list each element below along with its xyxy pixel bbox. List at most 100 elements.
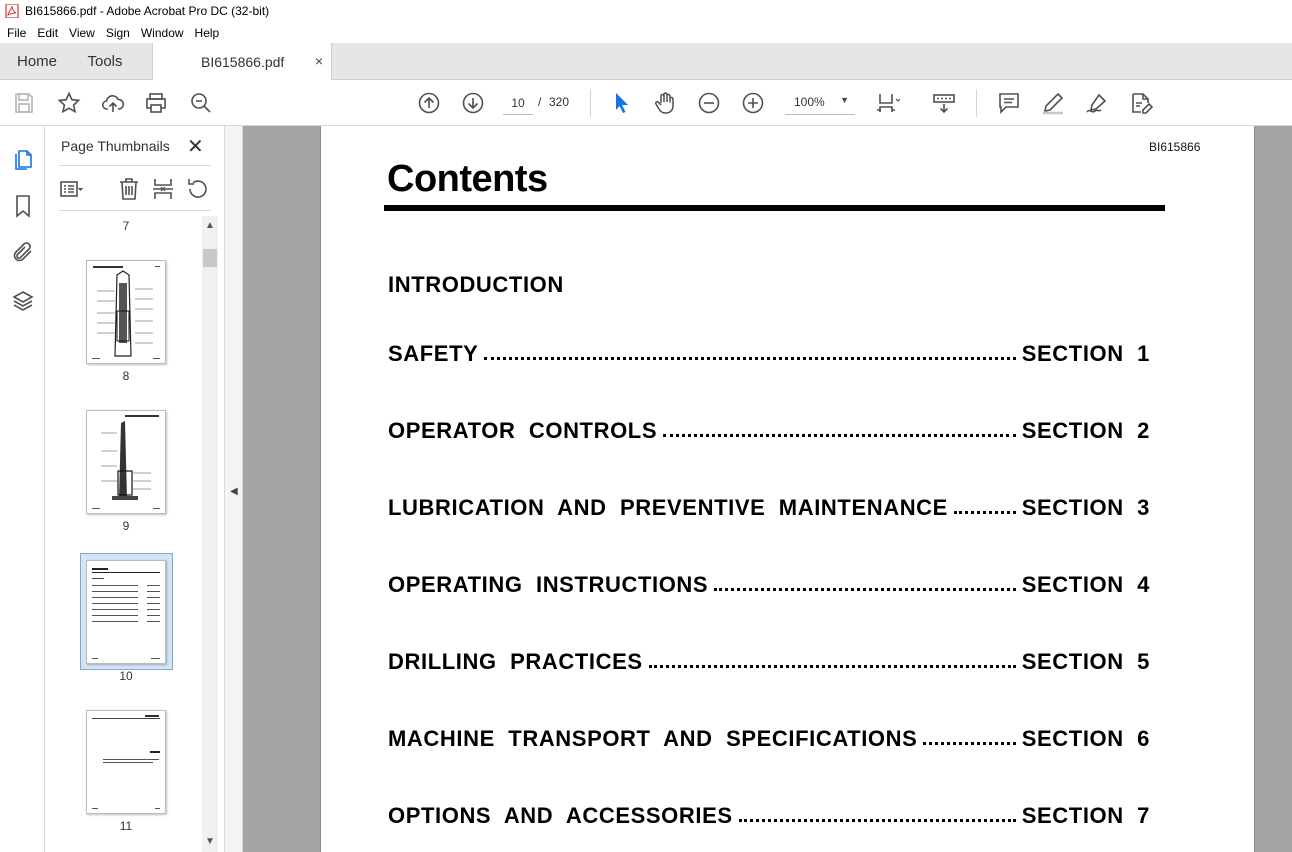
toc-entry: OPERATING INSTRUCTIONS SECTION 4 — [388, 568, 1150, 598]
comment-icon[interactable] — [997, 91, 1021, 115]
toc-entry: MACHINE TRANSPORT AND SPECIFICATIONS SEC… — [388, 722, 1150, 752]
page-fit-icon[interactable] — [876, 91, 901, 115]
print-icon[interactable] — [144, 91, 168, 115]
title-bar: BI615866.pdf - Adobe Acrobat Pro DC (32-… — [0, 0, 1292, 22]
tab-bar: Home Tools BI615866.pdf × — [0, 43, 1292, 81]
tab-close-icon[interactable]: × — [315, 53, 323, 69]
panel-divider — [59, 165, 211, 166]
toc-title: LUBRICATION AND PREVENTIVE MAINTENANCE — [388, 495, 948, 520]
menu-bar: File Edit View Sign Window Help — [0, 22, 1292, 43]
menu-window[interactable]: Window — [137, 26, 188, 40]
toc-entry: OPERATOR CONTROLS SECTION 2 — [388, 414, 1150, 444]
page-down-icon[interactable] — [461, 91, 485, 115]
toc-section: SECTION 7 — [1021, 803, 1150, 828]
thumbnail-options-icon[interactable] — [59, 177, 83, 201]
menu-sign[interactable]: Sign — [102, 26, 134, 40]
page-thumbnails-icon[interactable] — [11, 148, 35, 172]
thumbnail-list: 7 8 9 10 11 — [59, 216, 217, 852]
toc-section: SECTION 1 — [1021, 341, 1150, 366]
star-icon[interactable] — [57, 91, 81, 115]
thumbnail-page-9[interactable] — [86, 410, 166, 514]
menu-file[interactable]: File — [3, 26, 30, 40]
toc-entry: SAFETY SECTION 1 — [388, 337, 1150, 367]
delete-page-icon[interactable] — [117, 177, 141, 201]
thumbnail-page-number: 11 — [119, 819, 133, 833]
left-navigation-rail — [0, 126, 45, 852]
toc-title: DRILLING PRACTICES — [388, 649, 643, 674]
toc-leader-dots — [953, 510, 1016, 514]
toc-title: OPTIONS AND ACCESSORIES — [388, 803, 733, 828]
scroll-down-icon[interactable]: ▼ — [202, 836, 218, 850]
toc-section: SECTION 6 — [1021, 726, 1150, 751]
chevron-down-icon: ▼ — [840, 95, 849, 105]
toc-entry: INTRODUCTION — [388, 268, 1150, 298]
hand-icon[interactable] — [653, 91, 677, 115]
save-icon[interactable] — [12, 91, 36, 115]
upload-icon[interactable] — [101, 91, 125, 115]
scroll-thumb[interactable] — [203, 249, 217, 267]
highlight-icon[interactable] — [1041, 91, 1065, 115]
tab-home[interactable]: Home — [6, 43, 68, 80]
page-separator: / — [538, 95, 542, 109]
pdf-page: BI615866 Contents INTRODUCTION SAFETY SE… — [320, 126, 1255, 852]
page-heading: Contents — [387, 158, 548, 200]
toc-leader-dots — [648, 664, 1016, 668]
thumbnail-scrollbar[interactable]: ▲ ▼ — [202, 216, 218, 852]
menu-view[interactable]: View — [65, 26, 99, 40]
thumbnail-page-number: 9 — [122, 519, 130, 533]
total-pages: 320 — [549, 95, 570, 109]
attachment-icon[interactable] — [11, 240, 35, 264]
tab-document-label: BI615866.pdf — [201, 54, 285, 70]
rotate-icon[interactable] — [185, 177, 209, 201]
toc-entry: DRILLING PRACTICES SECTION 5 — [388, 645, 1150, 675]
scroll-mode-icon[interactable] — [932, 91, 956, 115]
thumbnail-page-11[interactable] — [86, 710, 166, 814]
panel-divider — [59, 210, 211, 211]
thumbnail-page-number: 10 — [119, 669, 133, 683]
toc-section: SECTION 2 — [1021, 418, 1150, 443]
thumbnail-tools — [59, 175, 211, 203]
thumbnail-page-10[interactable] — [86, 560, 166, 664]
chevron-left-icon[interactable]: ◀ — [230, 486, 238, 497]
toc-title: OPERATOR CONTROLS — [388, 418, 658, 443]
toc-leader-dots — [738, 818, 1016, 822]
select-arrow-icon[interactable] — [610, 91, 634, 115]
toc-leader-dots — [663, 433, 1016, 437]
tab-document[interactable]: BI615866.pdf × — [152, 43, 332, 81]
main-toolbar: / 320 100% ▼ — [0, 80, 1292, 126]
zoom-dropdown[interactable]: 100% ▼ — [785, 91, 855, 115]
insert-page-icon[interactable] — [151, 177, 175, 201]
current-page-input[interactable] — [503, 91, 533, 115]
menu-help[interactable]: Help — [191, 26, 224, 40]
toc-entry: LUBRICATION AND PREVENTIVE MAINTENANCE S… — [388, 491, 1150, 521]
tab-tools[interactable]: Tools — [74, 43, 136, 80]
toolbar-divider — [976, 89, 977, 117]
search-zoom-icon[interactable] — [189, 91, 213, 115]
document-viewport[interactable]: BI615866 Contents INTRODUCTION SAFETY SE… — [243, 126, 1292, 852]
toolbar-divider — [590, 89, 591, 117]
zoom-out-icon[interactable] — [697, 91, 721, 115]
close-icon[interactable]: ✕ — [187, 134, 204, 159]
toc-title: SAFETY — [388, 341, 479, 366]
sign-icon[interactable] — [1085, 91, 1109, 115]
edit-pdf-icon[interactable] — [1129, 91, 1154, 115]
toc-title: MACHINE TRANSPORT AND SPECIFICATIONS — [388, 726, 918, 751]
thumbnail-page-number: 7 — [122, 219, 130, 233]
bookmark-icon[interactable] — [11, 194, 35, 218]
toc-leader-dots — [484, 356, 1016, 360]
document-id: BI615866 — [1149, 140, 1201, 154]
panel-title: Page Thumbnails — [61, 138, 170, 154]
window-title: BI615866.pdf - Adobe Acrobat Pro DC (32-… — [25, 4, 270, 18]
toc-leader-dots — [714, 587, 1016, 591]
page-thumbnails-panel: Page Thumbnails ✕ 7 8 9 10 11 ▲ ▼ — [45, 126, 225, 852]
zoom-in-icon[interactable] — [741, 91, 765, 115]
thumbnail-page-8[interactable] — [86, 260, 166, 364]
menu-edit[interactable]: Edit — [33, 26, 62, 40]
acrobat-logo-icon — [5, 3, 19, 19]
scroll-up-icon[interactable]: ▲ — [202, 220, 218, 234]
panel-collapse-handle[interactable]: ◀ — [225, 126, 243, 852]
page-up-icon[interactable] — [417, 91, 441, 115]
toc-title: INTRODUCTION — [388, 272, 564, 297]
layers-icon[interactable] — [11, 289, 35, 313]
toc-section: SECTION 3 — [1021, 495, 1150, 520]
